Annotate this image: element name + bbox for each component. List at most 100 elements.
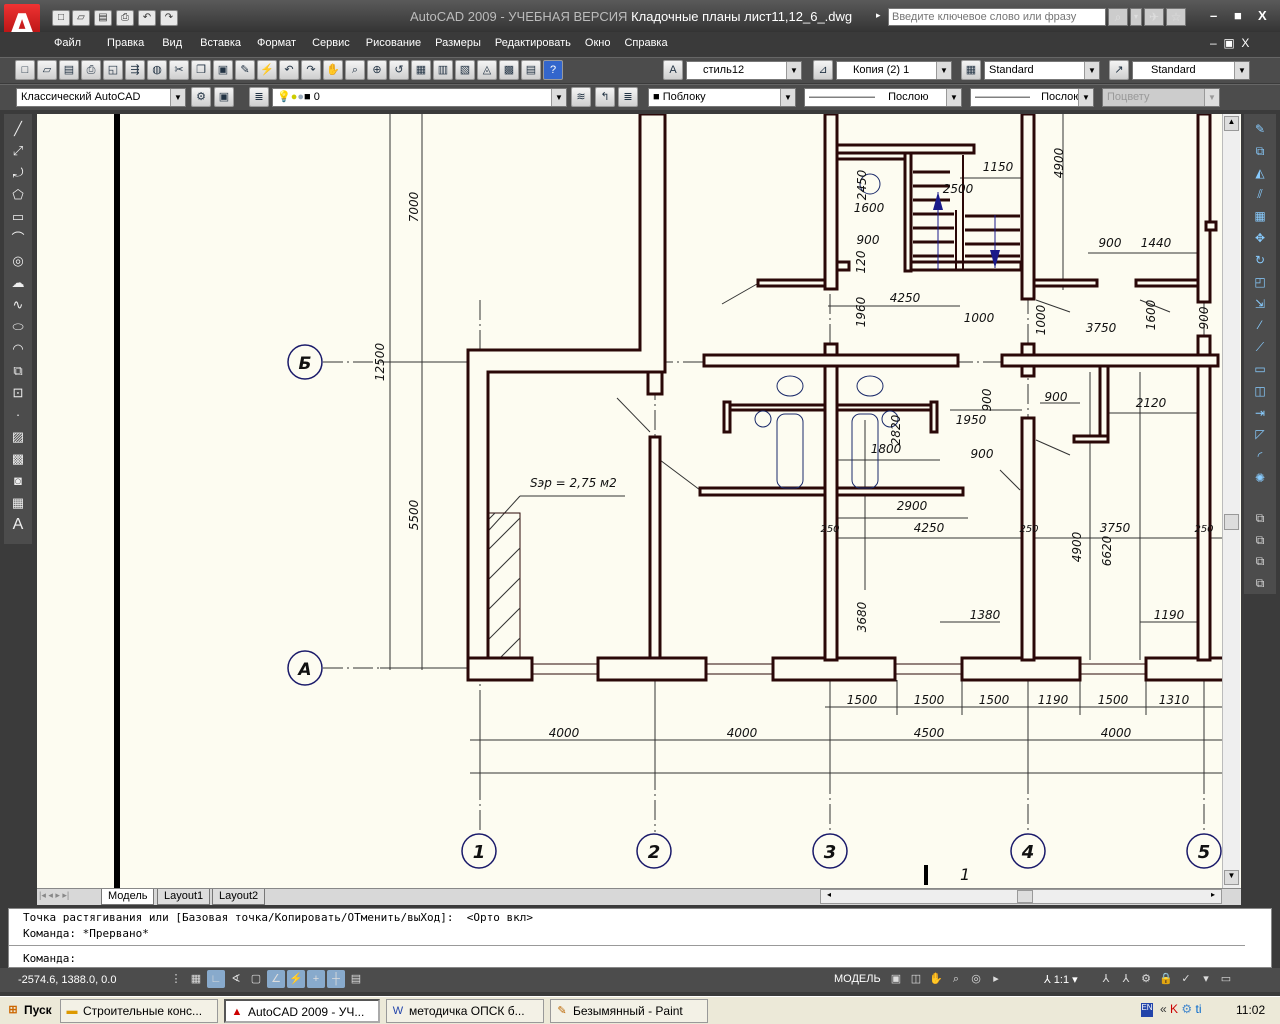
fillet-icon[interactable]: ◜ (1250, 447, 1270, 467)
send-back-icon[interactable]: ⧉ (1250, 552, 1270, 572)
menu-edit[interactable]: Правка (101, 34, 150, 54)
ortho-icon[interactable]: ∟ (207, 970, 225, 988)
start-button[interactable]: ⊞ Пуск (2, 999, 56, 1023)
clean-screen-icon[interactable]: ▭ (1217, 970, 1235, 988)
search-dropdown-icon[interactable]: ▾ (1130, 8, 1142, 26)
erase-icon[interactable]: ✎ (1250, 120, 1270, 140)
insert-block-icon[interactable]: ⧉ (8, 362, 28, 382)
break-icon[interactable]: ◫ (1250, 382, 1270, 402)
revcloud-icon[interactable]: ☁ (8, 274, 28, 294)
coordinates-readout[interactable]: -2574.6, 1388.0, 0.0 (18, 974, 116, 986)
menu-view[interactable]: Вид (156, 34, 188, 54)
cut-icon[interactable]: ✂ (169, 60, 189, 80)
pan-icon[interactable]: ✋ (323, 60, 343, 80)
line-icon[interactable]: ╱ (8, 120, 28, 140)
region-icon[interactable]: ◙ (8, 472, 28, 492)
design-center-icon[interactable]: ▥ (433, 60, 453, 80)
zoom-previous-icon[interactable]: ↺ (389, 60, 409, 80)
language-indicator[interactable]: EN (1141, 1003, 1153, 1017)
menu-draw[interactable]: Рисование (360, 34, 427, 54)
horizontal-scroll-thumb[interactable] (1017, 890, 1033, 903)
scroll-left-icon[interactable]: ◂ (822, 890, 836, 903)
rectangle-icon[interactable]: ▭ (8, 208, 28, 228)
ellipse-icon[interactable]: ⬭ (8, 318, 28, 338)
command-window[interactable]: Точка растягивания или [Базовая точка/Ко… (8, 908, 1272, 968)
zoom-icon[interactable]: ⌕ (947, 970, 965, 988)
status-menu-icon[interactable]: ▾ (1197, 970, 1215, 988)
3d-dwf-icon[interactable]: ◍ (147, 60, 167, 80)
tab-model[interactable]: Модель (101, 889, 155, 905)
open-icon[interactable]: ▱ (72, 10, 90, 26)
command-prompt[interactable]: Команда: (23, 952, 76, 965)
mirror-icon[interactable]: ◭ (1250, 164, 1270, 184)
undo-icon[interactable]: ↶ (138, 10, 156, 26)
menu-help[interactable]: Справка (618, 34, 673, 54)
menu-format[interactable]: Формат (251, 34, 302, 54)
menu-file[interactable]: Файл (48, 34, 87, 54)
layer-previous-icon[interactable]: ↰ (595, 87, 615, 107)
paste-icon[interactable]: ▣ (213, 60, 233, 80)
workspace-select[interactable]: Классический AutoCAD ▼ (16, 88, 186, 107)
auto-scale-icon[interactable]: ⅄ (1117, 970, 1135, 988)
scale-icon[interactable]: ◰ (1250, 273, 1270, 293)
taskbar-item-explorer[interactable]: ▬ Строительные конс... (60, 999, 218, 1023)
redo-icon[interactable]: ↷ (301, 60, 321, 80)
bring-front-icon[interactable]: ⧉ (1250, 531, 1270, 551)
array-icon[interactable]: ▦ (1250, 207, 1270, 227)
menu-tools[interactable]: Сервис (306, 34, 356, 54)
zoom-window-icon[interactable]: ⊕ (367, 60, 387, 80)
ellipse-arc-icon[interactable]: ◠ (8, 340, 28, 360)
point-icon[interactable]: · (8, 406, 28, 426)
dyn-icon[interactable]: + (307, 970, 325, 988)
polar-icon[interactable]: ∢ (227, 970, 245, 988)
circle-icon[interactable]: ◎ (8, 252, 28, 272)
tab-layout1[interactable]: Layout1 (157, 889, 211, 905)
drawing-canvas[interactable]: 1 2 3 4 5 Б А Sэр = 2,75 м2 1 7000 12500… (37, 114, 1241, 888)
copy-object-icon[interactable]: ⧉ (1250, 142, 1270, 162)
plot-icon[interactable]: ⎙ (81, 60, 101, 80)
scroll-right-icon[interactable]: ▸ (1206, 890, 1220, 903)
lineweight-toggle-icon[interactable]: ┼ (327, 970, 345, 988)
mtext-icon[interactable]: A (8, 516, 28, 536)
taskbar-item-paint[interactable]: ✎ Безымянный - Paint (550, 999, 708, 1023)
otrack-icon[interactable]: ∠ (267, 970, 285, 988)
zoom-realtime-icon[interactable]: ⌕ (345, 60, 365, 80)
tray-icons[interactable]: « K ⚙ ti (1160, 1002, 1201, 1016)
color-select[interactable]: ■ Поблоку ▼ (648, 88, 796, 107)
annotation-scale[interactable]: ⅄ 1:1 ▾ (1044, 973, 1078, 986)
markup-icon[interactable]: ▩ (499, 60, 519, 80)
offset-icon[interactable]: ⫽ (1250, 185, 1270, 205)
calculator-icon[interactable]: ▤ (521, 60, 541, 80)
bring-above-icon[interactable]: ⧉ (1250, 574, 1270, 594)
communication-center-icon[interactable]: ✈ (1144, 8, 1164, 26)
workspace-switch-icon[interactable]: ⚙ (1137, 970, 1155, 988)
pan-icon[interactable]: ✋ (927, 970, 945, 988)
menu-insert[interactable]: Вставка (194, 34, 247, 54)
polyline-icon[interactable]: ⤾ (8, 164, 28, 184)
workspace-settings-icon[interactable]: ⚙ (191, 87, 211, 107)
taskbar-item-autocad[interactable]: ▲ AutoCAD 2009 - УЧ... (224, 999, 380, 1023)
tab-layout2[interactable]: Layout2 (212, 889, 266, 905)
spline-icon[interactable]: ∿ (8, 296, 28, 316)
save-icon[interactable]: ▤ (59, 60, 79, 80)
vertical-scrollbar[interactable]: ▲ ▼ (1222, 114, 1240, 888)
sheet-set-icon[interactable]: ◬ (477, 60, 497, 80)
scroll-down-icon[interactable]: ▼ (1224, 870, 1239, 885)
extend-icon[interactable]: ⟋ (1250, 338, 1270, 358)
horizontal-scrollbar[interactable]: ◂ ▸ (820, 889, 1222, 904)
hatch-icon[interactable]: ▨ (8, 428, 28, 448)
explode-icon[interactable]: ✺ (1250, 469, 1270, 489)
open-icon[interactable]: ▱ (37, 60, 57, 80)
search-icon[interactable]: ⌕ (1108, 8, 1128, 26)
scroll-up-icon[interactable]: ▲ (1224, 116, 1239, 131)
favorites-icon[interactable]: ☆ (1166, 8, 1186, 26)
rotate-icon[interactable]: ↻ (1250, 251, 1270, 271)
block-editor-icon[interactable]: ⚡ (257, 60, 277, 80)
layer-states-icon[interactable]: ≣ (618, 87, 638, 107)
table-icon[interactable]: ▦ (8, 494, 28, 514)
tool-palettes-icon[interactable]: ▧ (455, 60, 475, 80)
quick-view-drawings-icon[interactable]: ◫ (907, 970, 925, 988)
menu-dimension[interactable]: Размеры (429, 34, 487, 54)
join-icon[interactable]: ⇥ (1250, 404, 1270, 424)
maximize-icon[interactable]: ■ (1234, 8, 1242, 23)
